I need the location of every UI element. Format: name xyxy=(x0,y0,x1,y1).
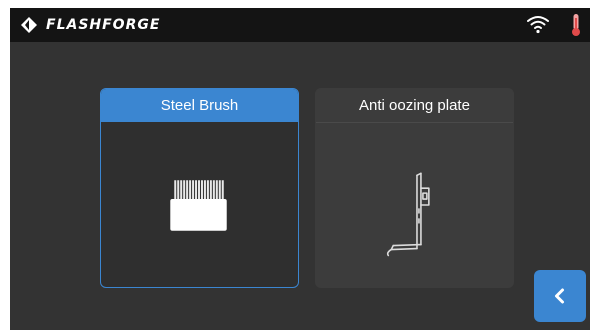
anti-oozing-plate-option[interactable]: Anti oozing plate xyxy=(315,88,514,288)
anti-oozing-plate-label: Anti oozing plate xyxy=(316,89,513,123)
brand-logo: FLASHFORGE xyxy=(20,13,160,37)
steel-brush-icon xyxy=(170,180,227,231)
anti-oozing-plate-icon xyxy=(386,172,430,257)
printer-screen: FLASHFORGE Steel Brush Anti oozing plate xyxy=(10,8,590,330)
steel-brush-label: Steel Brush xyxy=(101,89,298,122)
thermometer-icon[interactable] xyxy=(570,13,582,37)
flashforge-logo-icon xyxy=(21,17,37,33)
top-bar: FLASHFORGE xyxy=(10,8,590,42)
wifi-icon[interactable] xyxy=(527,14,549,34)
steel-brush-option[interactable]: Steel Brush xyxy=(100,88,299,288)
chevron-left-icon xyxy=(555,288,564,304)
back-button[interactable] xyxy=(534,270,586,322)
brand-name: FLASHFORGE xyxy=(46,17,161,33)
